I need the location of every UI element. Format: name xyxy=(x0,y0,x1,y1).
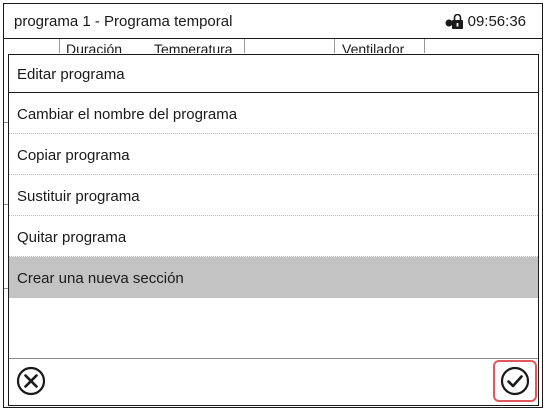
menu-item-label: Copiar programa xyxy=(17,147,130,164)
menu-item-label: Quitar programa xyxy=(17,229,127,246)
lock-icon xyxy=(445,13,463,29)
edit-program-dialog: Editar programa Cambiar el nombre del pr… xyxy=(8,54,539,406)
dialog-footer xyxy=(9,358,538,405)
column-header: Ventilador xyxy=(342,41,405,53)
menu-item-remove-program[interactable]: Quitar programa xyxy=(9,216,538,257)
background-table-header: Duración Temperatura Ventilador xyxy=(4,39,542,53)
menu-item-rename-program[interactable]: Cambiar el nombre del programa xyxy=(9,93,538,134)
menu-item-create-section[interactable]: Crear una nueva sección xyxy=(9,257,538,298)
confirm-button[interactable] xyxy=(493,360,537,402)
dialog-title-bar: Editar programa xyxy=(9,55,538,93)
check-circle-icon xyxy=(500,366,530,396)
column-header: Duración xyxy=(66,41,123,53)
screen-frame: programa 1 - Programa temporal 09:56:36 … xyxy=(3,3,543,408)
cancel-button[interactable] xyxy=(16,366,46,396)
menu-item-copy-program[interactable]: Copiar programa xyxy=(9,134,538,175)
menu-item-label: Cambiar el nombre del programa xyxy=(17,106,238,123)
menu-item-label: Sustituir programa xyxy=(17,188,140,205)
status-area: 09:56:36 xyxy=(444,13,526,30)
column-header: Temperatura xyxy=(154,41,233,53)
dialog-menu: Cambiar el nombre del programa Copiar pr… xyxy=(9,93,538,298)
menu-item-label: Crear una nueva sección xyxy=(17,270,184,287)
close-circle-icon xyxy=(16,366,46,396)
menu-item-replace-program[interactable]: Sustituir programa xyxy=(9,175,538,216)
clock: 09:56:36 xyxy=(467,13,526,30)
title-bar: programa 1 - Programa temporal 09:56:36 xyxy=(4,4,542,39)
dialog-title: Editar programa xyxy=(17,66,125,83)
page-title: programa 1 - Programa temporal xyxy=(14,13,233,30)
